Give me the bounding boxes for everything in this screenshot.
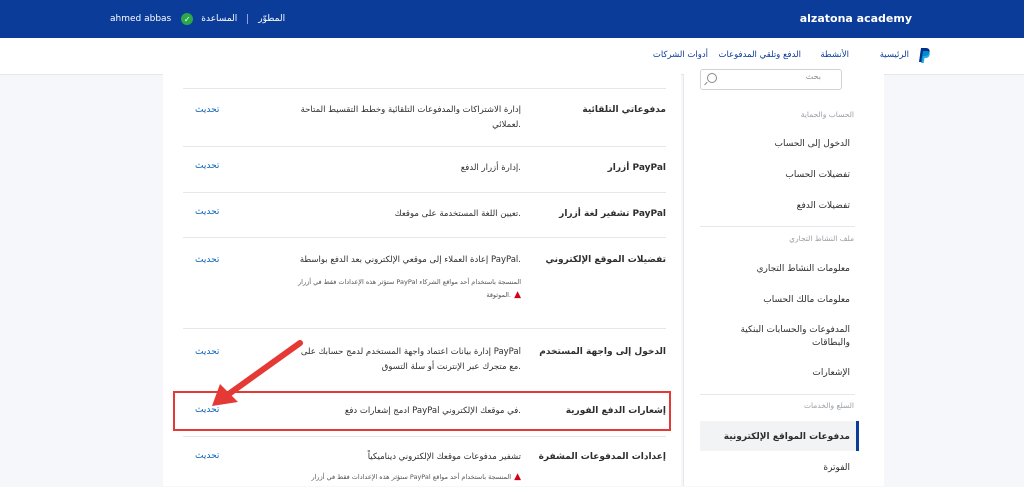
divider: [247, 14, 249, 24]
divider: [700, 226, 855, 227]
help-link[interactable]: المساعدة: [201, 14, 237, 24]
shield-icon[interactable]: ✓: [181, 13, 194, 25]
update-link[interactable]: تحديث: [195, 451, 219, 461]
sidebar-item-website-payments[interactable]: مدفوعات المواقع الإلكترونية: [710, 431, 850, 444]
row-description: إدارة أزرار الدفع.: [460, 163, 521, 173]
top-bar: alzatona academy ahmed abbas ✓ المساعدة …: [0, 0, 1024, 38]
main-nav: الرئيسية الأنشطة الدفع وتلقي المدفوعات أ…: [0, 38, 1024, 75]
update-link[interactable]: تحديث: [195, 207, 219, 217]
sidebar-item-login[interactable]: الدخول إلى الحساب: [710, 138, 850, 151]
section-account-security: الحساب والحماية: [800, 110, 854, 119]
table-row: مدفوعاتي التلقائية إدارة الاشتراكات والم…: [183, 88, 666, 137]
divider: [700, 394, 855, 395]
update-link[interactable]: تحديث: [195, 347, 219, 357]
sidebar-item-notifications[interactable]: الإشعارات: [710, 367, 850, 380]
sidebar-item-business-info[interactable]: معلومات النشاط التجاري: [710, 263, 850, 276]
search-input[interactable]: بحث: [700, 69, 842, 90]
warning-text: ستؤثر هذه الإعدادات فقط في أزرار PayPal …: [311, 473, 512, 481]
search-icon: [707, 73, 717, 83]
row-description: إدارة بيانات اعتماد واجهة المستخدم لدمج …: [300, 347, 521, 372]
row-title: إعدادات المدفوعات المشفرة: [538, 452, 666, 462]
row-description: إعادة العملاء إلى موقعي الإلكتروني بعد ا…: [299, 255, 521, 265]
sidebar-item-owner-info[interactable]: معلومات مالك الحساب: [710, 294, 850, 307]
nav-activity[interactable]: الأنشطة: [820, 50, 849, 60]
table-row: تفضيلات الموقع الإلكتروني إعادة العملاء …: [183, 237, 666, 328]
warning-icon: ▲: [514, 290, 521, 300]
row-title: تفضيلات الموقع الإلكتروني: [545, 255, 666, 265]
search-placeholder: بحث: [805, 72, 821, 81]
row-title: مدفوعاتي التلقائية: [582, 105, 666, 115]
row-description: تعيين اللغة المستخدمة على موقعك.: [394, 209, 521, 219]
row-warning: ستؤثر هذه الإعدادات فقط في أزرار PayPal …: [281, 471, 521, 484]
table-row: تشفير لغة أزرار PayPal تعيين اللغة المست…: [183, 192, 666, 237]
table-row: أزرار PayPal إدارة أزرار الدفع. تحديث: [183, 146, 666, 187]
user-name[interactable]: ahmed abbas: [110, 14, 171, 24]
update-link[interactable]: تحديث: [195, 105, 219, 115]
sidebar-item-payment-prefs[interactable]: تفضيلات الدفع: [710, 200, 850, 213]
sidebar-item-account-prefs[interactable]: تفضيلات الحساب: [710, 169, 850, 182]
sidebar-item-billing[interactable]: الفوترة: [710, 462, 850, 475]
highlight-box: [173, 391, 671, 431]
row-title: أزرار PayPal: [607, 163, 666, 173]
section-products-services: السلع والخدمات: [803, 401, 854, 410]
section-business-profile: ملف النشاط التجاري: [789, 234, 854, 243]
user-box: ahmed abbas ✓ المساعدة المطوّر: [110, 13, 295, 25]
update-link[interactable]: تحديث: [195, 255, 219, 265]
developer-link[interactable]: المطوّر: [258, 14, 285, 24]
brand-name[interactable]: alzatona academy: [800, 12, 912, 25]
row-description: تشفير مدفوعات موقعك الإلكتروني ديناميكيا…: [367, 452, 521, 462]
nav-payments[interactable]: الدفع وتلقي المدفوعات: [718, 50, 801, 60]
update-link[interactable]: تحديث: [195, 161, 219, 171]
warning-icon: ▲: [514, 472, 521, 482]
row-description: إدارة الاشتراكات والمدفوعات التلقائية وخ…: [300, 105, 521, 130]
row-title: تشفير لغة أزرار PayPal: [559, 209, 666, 219]
sidebar-item-banks-cards[interactable]: المدفوعات والحسابات البنكية والبطاقات: [710, 324, 850, 350]
nav-business-tools[interactable]: أدوات الشركات: [653, 50, 708, 60]
row-title: الدخول إلى واجهة المستخدم: [539, 347, 666, 357]
nav-home[interactable]: الرئيسية: [880, 50, 909, 60]
settings-sidebar: بحث الحساب والحماية الدخول إلى الحساب تف…: [683, 69, 884, 486]
table-row: الدخول إلى واجهة المستخدم إدارة بيانات ا…: [183, 328, 666, 391]
warning-text: ستؤثر هذه الإعدادات فقط في أزرار PayPal …: [298, 278, 521, 299]
paypal-logo-icon[interactable]: [918, 48, 930, 63]
row-warning: ستؤثر هذه الإعدادات فقط في أزرار PayPal …: [281, 276, 521, 302]
table-row: إعدادات المدفوعات المشفرة تشفير مدفوعات …: [183, 436, 666, 487]
